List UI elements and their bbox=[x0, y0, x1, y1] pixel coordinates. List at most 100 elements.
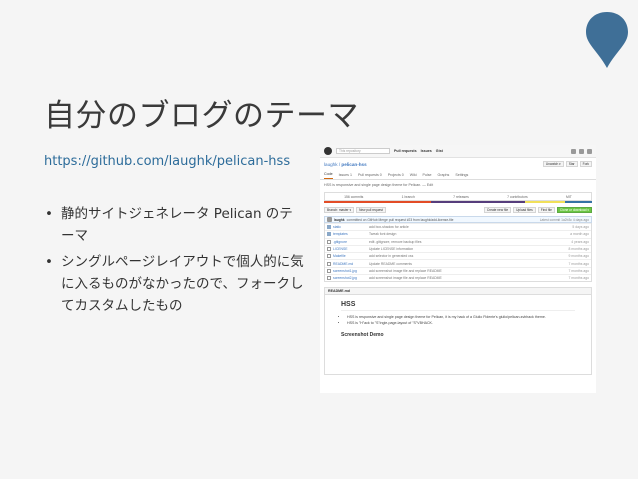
branches-count[interactable]: 1 branch bbox=[402, 195, 415, 199]
star-button[interactable]: Star bbox=[565, 161, 578, 167]
repo-name[interactable]: pelican-hss bbox=[341, 162, 366, 167]
repo-owner[interactable]: laughk bbox=[324, 162, 338, 167]
file-message[interactable]: edit .gitignore, remove backup files bbox=[369, 240, 571, 244]
nav-issues[interactable]: Issues bbox=[421, 149, 432, 153]
lang-segment bbox=[324, 201, 432, 203]
repo-tabs: Code Issues 1 Pull requests 0 Projects 0… bbox=[320, 170, 596, 180]
releases-count[interactable]: 7 releases bbox=[453, 195, 469, 199]
tab-wiki[interactable]: Wiki bbox=[410, 173, 417, 179]
table-row[interactable]: screenshot2.jpg add screenshot image file… bbox=[325, 274, 591, 281]
nav-gist[interactable]: Gist bbox=[436, 149, 443, 153]
latest-commit: laughk committed on GitHub Merge pull re… bbox=[324, 216, 592, 223]
table-row[interactable]: Makefile add selector in generated css 9 m… bbox=[325, 252, 591, 259]
bullet-list: 静的サイトジェネレータ Pelican のテーマ シングルページレイアウトで個人… bbox=[44, 203, 306, 321]
branch-select[interactable]: Branch: master ▾ bbox=[324, 207, 355, 213]
commit-message[interactable]: committed on GitHub Merge pull request #… bbox=[347, 218, 454, 222]
tab-issues[interactable]: Issues 1 bbox=[339, 173, 352, 179]
file-name[interactable]: .gitignore bbox=[333, 240, 369, 244]
bullet-item: 静的サイトジェネレータ Pelican のテーマ bbox=[44, 203, 306, 247]
file-icon bbox=[327, 276, 331, 281]
file-message[interactable]: add screenshot image file and replace RE… bbox=[369, 269, 568, 273]
repo-stats: 156 commits 1 branch 7 releases 7 contri… bbox=[324, 192, 592, 201]
file-name[interactable]: templates bbox=[333, 232, 369, 236]
readme-header: README.md bbox=[324, 287, 592, 296]
file-age: a month ago bbox=[570, 232, 589, 237]
file-icon bbox=[327, 254, 331, 259]
lang-segment bbox=[524, 201, 566, 203]
language-bar bbox=[324, 201, 592, 203]
file-age: 7 months ago bbox=[568, 268, 589, 273]
github-logo-icon bbox=[324, 147, 332, 155]
file-message[interactable]: add selector in generated css bbox=[369, 254, 568, 258]
file-age: 9 months ago bbox=[568, 254, 589, 259]
file-list: static add box-shadow for article 5 days a… bbox=[324, 223, 592, 283]
readme-subheading: Screenshot Demo bbox=[341, 332, 384, 339]
repo-header: laughk / pelican-hss Unwatch ▾ Star Fork bbox=[320, 158, 596, 170]
file-message[interactable]: Update LICENSE information bbox=[369, 247, 568, 251]
commit-author[interactable]: laughk bbox=[334, 218, 345, 222]
lang-segment bbox=[431, 201, 525, 203]
lang-segment bbox=[565, 201, 592, 203]
folder-icon bbox=[327, 225, 331, 230]
bell-icon[interactable] bbox=[571, 148, 576, 154]
plus-icon[interactable] bbox=[579, 148, 584, 154]
folder-icon bbox=[327, 232, 331, 237]
file-age: 8 months ago bbox=[568, 247, 589, 252]
map-pin-icon bbox=[586, 12, 628, 68]
table-row[interactable]: static add box-shadow for article 5 days a… bbox=[325, 223, 591, 230]
new-pull-request-button[interactable]: New pull request bbox=[356, 207, 386, 213]
tab-settings[interactable]: Settings bbox=[455, 173, 468, 179]
table-row[interactable]: screenshot1.jpg add screenshot image file… bbox=[325, 266, 591, 274]
file-message[interactable]: add screenshot image file and replace RE… bbox=[369, 276, 568, 280]
github-header: This repository Pull requests Issues Gis… bbox=[320, 145, 596, 158]
slide-title: 自分のブログのテーマ bbox=[44, 98, 359, 134]
commits-count[interactable]: 156 commits bbox=[344, 195, 363, 199]
clone-button[interactable]: Clone or download ▾ bbox=[556, 207, 592, 213]
file-toolbar: Branch: master ▾ New pull request Create… bbox=[324, 207, 592, 213]
readme-body: HSS HSS is responsive and single page de… bbox=[324, 295, 592, 376]
table-row[interactable]: templates Tweak font design a month ago bbox=[325, 230, 591, 237]
unwatch-button[interactable]: Unwatch ▾ bbox=[542, 161, 564, 167]
file-age: 7 months ago bbox=[568, 276, 589, 281]
file-name[interactable]: screenshot1.jpg bbox=[333, 269, 369, 273]
file-name[interactable]: static bbox=[333, 225, 369, 229]
file-name[interactable]: LICENSE bbox=[333, 247, 369, 251]
fork-button[interactable]: Fork bbox=[579, 161, 592, 167]
create-file-button[interactable]: Create new file bbox=[483, 207, 512, 213]
search-input[interactable]: This repository bbox=[336, 148, 390, 154]
commit-time: Latest commit 1a2b3c 4 days ago bbox=[539, 217, 589, 222]
bullet-item: シングルページレイアウトで個人的に気に入るものがなかったので、フォークしてカスタ… bbox=[44, 251, 306, 317]
find-file-button[interactable]: Find file bbox=[537, 207, 555, 213]
file-name[interactable]: Makefile bbox=[333, 254, 369, 258]
file-icon bbox=[327, 247, 331, 252]
file-name[interactable]: README.md bbox=[333, 262, 369, 266]
repo-link[interactable]: https://github.com/laughk/pelican-hss bbox=[44, 152, 306, 171]
file-icon bbox=[327, 239, 331, 244]
file-age: 7 months ago bbox=[568, 261, 589, 266]
avatar bbox=[327, 217, 332, 222]
table-row[interactable]: LICENSE Update LICENSE information 8 month… bbox=[325, 244, 591, 252]
readme-heading: HSS bbox=[341, 301, 575, 312]
tab-code[interactable]: Code bbox=[324, 172, 333, 179]
tab-projects[interactable]: Projects 0 bbox=[388, 173, 404, 179]
tab-pull-requests[interactable]: Pull requests 0 bbox=[358, 173, 382, 179]
upload-files-button[interactable]: Upload files bbox=[513, 207, 536, 213]
tab-graphs[interactable]: Graphs bbox=[438, 173, 450, 179]
license[interactable]: MIT bbox=[566, 195, 572, 199]
file-age: 5 days ago bbox=[572, 225, 589, 230]
file-icon bbox=[327, 268, 331, 273]
tab-pulse[interactable]: Pulse bbox=[423, 173, 432, 179]
table-row[interactable]: .gitignore edit .gitignore, remove backup… bbox=[325, 237, 591, 245]
list-item: HSS is "H"ack to "S"ingle-page-layout of… bbox=[347, 321, 575, 327]
file-name[interactable]: screenshot2.jpg bbox=[333, 276, 369, 280]
file-age: 4 years ago bbox=[571, 239, 589, 244]
file-icon bbox=[327, 261, 331, 266]
avatar[interactable] bbox=[587, 148, 592, 154]
github-screenshot: This repository Pull requests Issues Gis… bbox=[320, 145, 596, 393]
table-row[interactable]: README.md Update README comments 7 months … bbox=[325, 259, 591, 266]
contributors-count[interactable]: 7 contributors bbox=[507, 195, 528, 199]
file-message[interactable]: add box-shadow for article bbox=[369, 225, 572, 229]
file-message[interactable]: Tweak font design bbox=[369, 232, 570, 236]
nav-pull-requests[interactable]: Pull requests bbox=[394, 149, 417, 153]
file-message[interactable]: Update README comments bbox=[369, 262, 568, 266]
